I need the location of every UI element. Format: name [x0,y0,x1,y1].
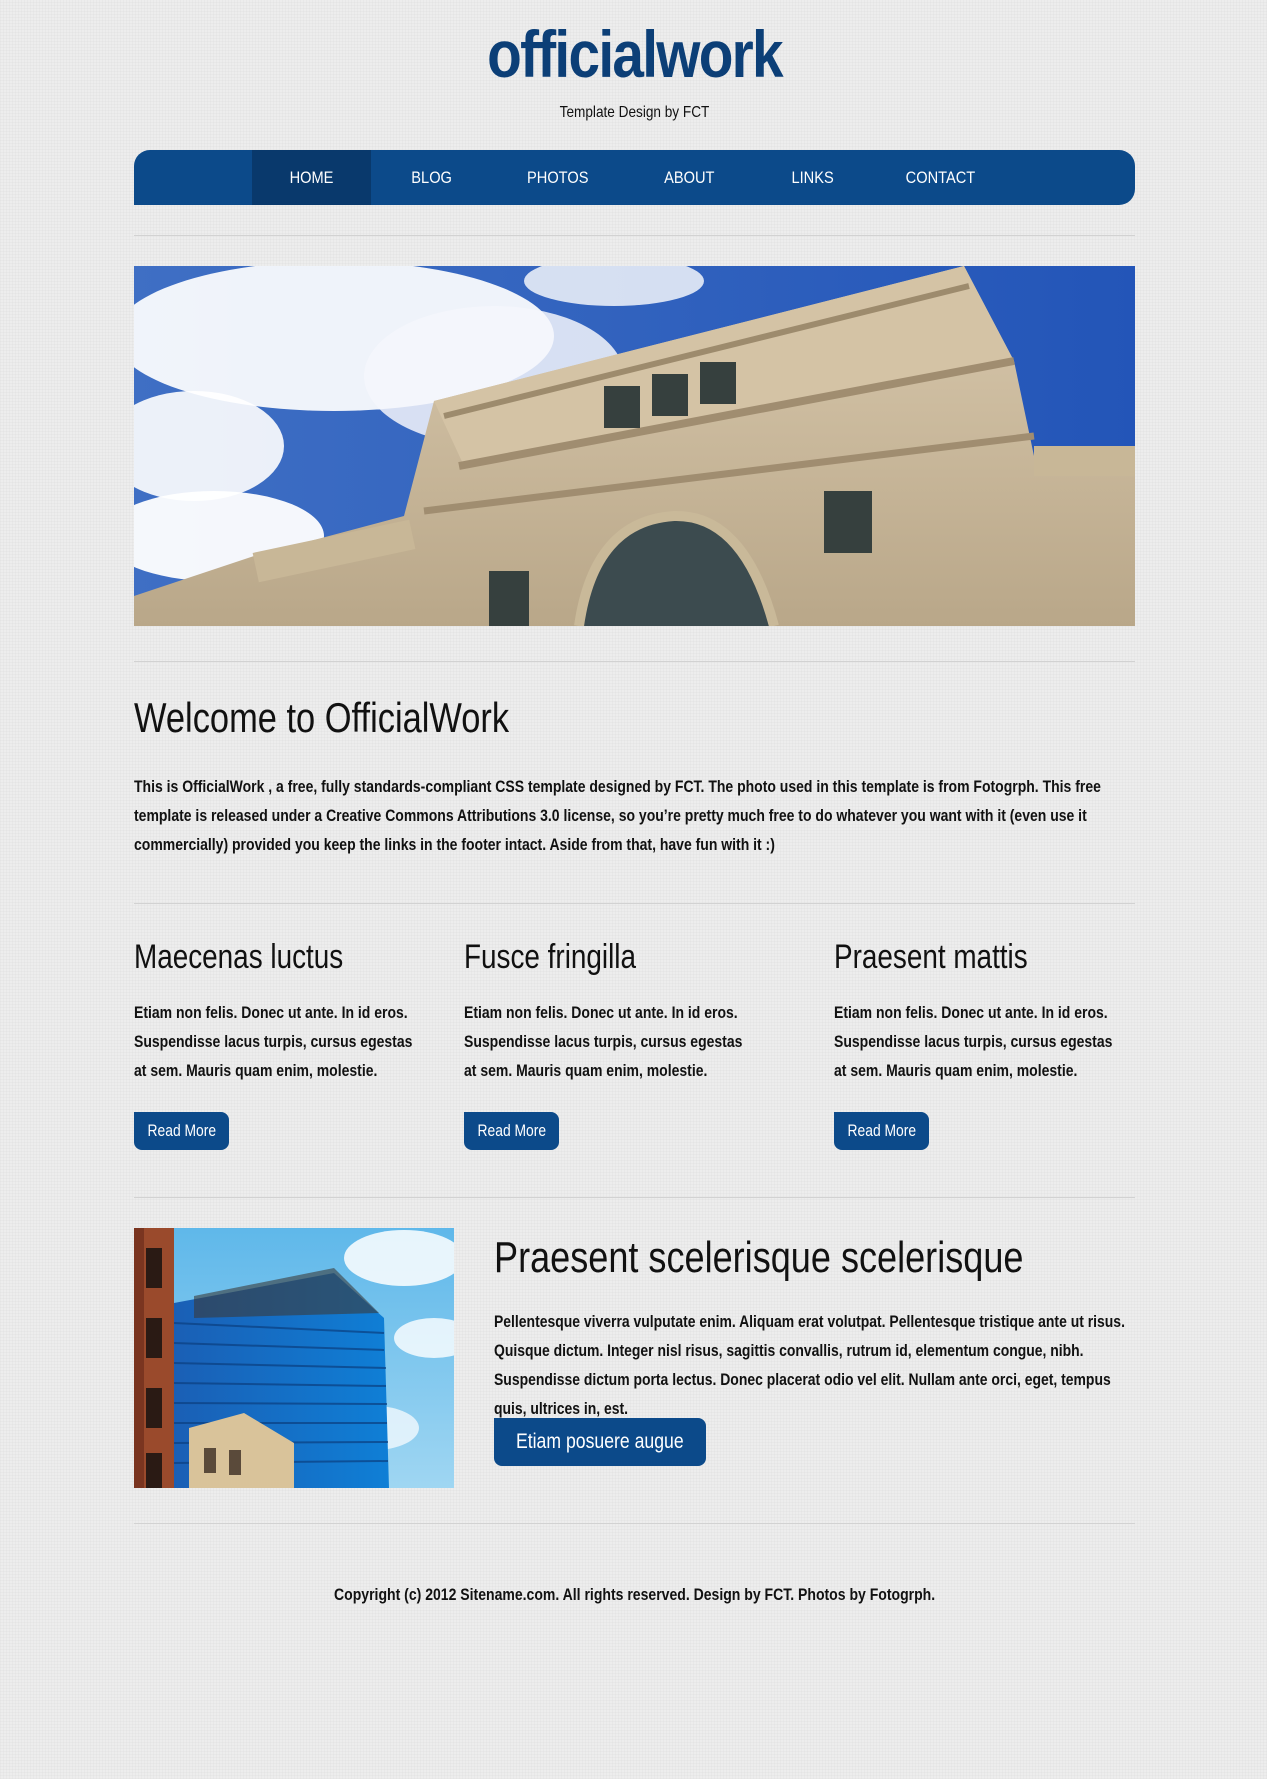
column-2: Fusce fringilla Etiam non felis. Donec u… [464,935,794,1080]
nav-item-blog[interactable]: BLOG [371,150,493,205]
feature-image [134,1228,454,1488]
feature-text: Pellentesque viverra vulputate enim. Ali… [494,1313,1125,1418]
column-3: Praesent mattis Etiam non felis. Donec u… [834,935,1164,1080]
feature-button[interactable]: Etiam posuere augue [494,1418,706,1466]
divider [134,1523,1135,1524]
nav-item-contact[interactable]: CONTACT [871,150,1009,205]
column-text: Etiam non felis. Donec ut ante. In id er… [834,1004,1113,1080]
read-more-button[interactable]: Read More [834,1112,929,1150]
read-more-button[interactable]: Read More [464,1112,559,1150]
hero-image [134,266,1135,626]
column-1: Maecenas luctus Etiam non felis. Donec u… [134,935,464,1080]
column-title: Praesent mattis [834,938,1028,976]
column-title: Fusce fringilla [464,938,636,976]
nav-item-photos[interactable]: PHOTOS [493,150,623,205]
intro-title: Welcome to OfficialWork [134,694,510,741]
divider [134,661,1135,662]
divider [134,235,1135,236]
site-tagline: Template Design by FCT [559,104,710,121]
nav-item-links[interactable]: LINKS [755,150,871,205]
divider [134,1197,1135,1198]
footer-text: Copyright (c) 2012 Sitename.com. All rig… [333,1586,936,1604]
site-logo[interactable]: officialwork [204,14,1065,94]
footer: Copyright (c) 2012 Sitename.com. All rig… [134,1586,1135,1605]
intro-text: This is OfficialWork , a free, fully sta… [134,778,1101,854]
feature-title: Praesent scelerisque scelerisque [494,1233,1024,1282]
read-more-button[interactable]: Read More [134,1112,229,1150]
column-text: Etiam non felis. Donec ut ante. In id er… [134,1004,413,1080]
nav-item-about[interactable]: ABOUT [623,150,755,205]
divider [134,903,1135,904]
nav-item-home[interactable]: HOME [252,150,371,205]
main-nav: HOME BLOG PHOTOS ABOUT LINKS CONTACT [134,150,1135,205]
column-title: Maecenas luctus [134,938,344,976]
column-text: Etiam non felis. Donec ut ante. In id er… [464,1004,743,1080]
